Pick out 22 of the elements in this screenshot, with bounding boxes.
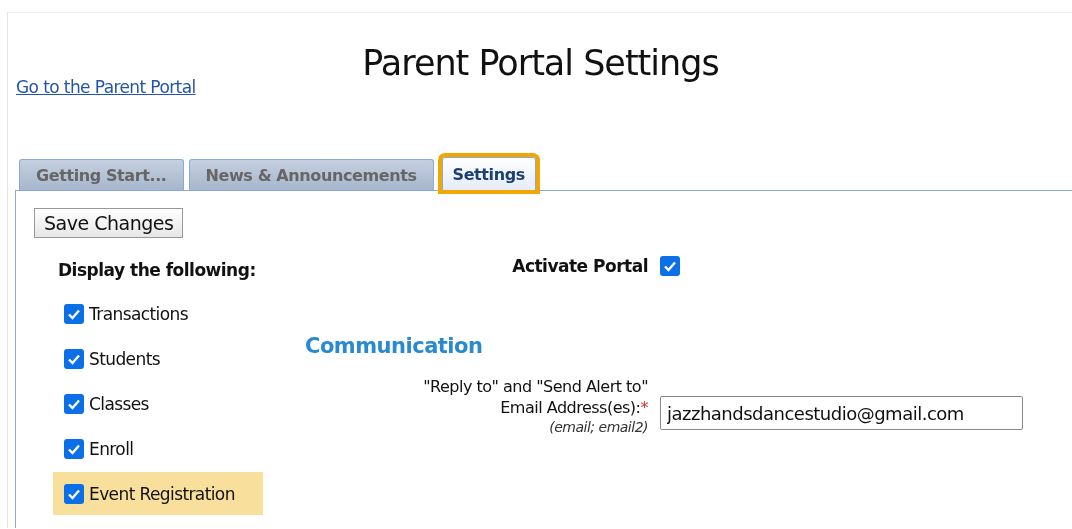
email-field[interactable]: jazzhandsdancestudio@gmail.com xyxy=(660,396,1023,430)
required-mark: * xyxy=(640,398,648,417)
option-label: Enroll xyxy=(89,438,134,459)
checkbox[interactable] xyxy=(64,438,84,459)
option-label: Transactions xyxy=(89,303,188,324)
page-title: Parent Portal Settings xyxy=(361,43,720,83)
checkbox[interactable] xyxy=(64,303,84,324)
option-label: Classes xyxy=(89,393,149,414)
field-hint: (email; email2) xyxy=(548,418,648,437)
save-changes-button[interactable]: Save Changes xyxy=(34,208,184,238)
checkbox[interactable] xyxy=(660,256,680,276)
activate-portal-label: Activate Portal xyxy=(511,256,648,276)
checkbox[interactable] xyxy=(64,393,84,414)
option-label: Students xyxy=(89,348,160,369)
checkbox[interactable] xyxy=(64,483,84,504)
portal-link[interactable]: Go to the Parent Portal xyxy=(16,77,196,97)
field-label: Email Address(es): xyxy=(500,398,641,417)
field-label: "Reply to" and "Send Alert to" xyxy=(422,376,648,397)
option-label: Event Registration xyxy=(89,483,235,504)
display-heading: Display the following: xyxy=(58,260,257,282)
checkbox[interactable] xyxy=(64,348,84,369)
section-heading: Communication xyxy=(305,334,484,358)
